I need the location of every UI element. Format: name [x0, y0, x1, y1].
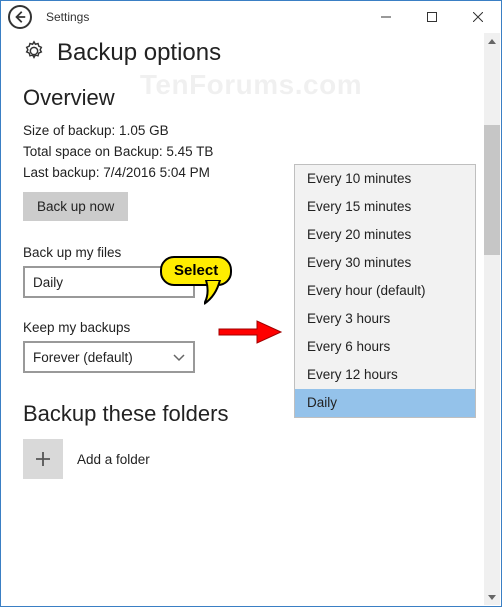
add-folder-tile[interactable]: [23, 439, 63, 479]
add-folder-row[interactable]: Add a folder: [23, 439, 479, 479]
dropdown-item[interactable]: Every 30 minutes: [295, 249, 475, 277]
dropdown-item[interactable]: Every 10 minutes: [295, 165, 475, 193]
titlebar: Settings: [1, 1, 501, 33]
annotation-arrow: [217, 319, 283, 350]
keep-backups-value: Forever (default): [33, 350, 133, 365]
maximize-icon: [427, 12, 437, 22]
window-title: Settings: [46, 10, 89, 24]
chevron-down-icon: [488, 595, 496, 600]
dropdown-item-selected[interactable]: Daily: [295, 389, 475, 417]
backup-now-button[interactable]: Back up now: [23, 192, 128, 221]
dropdown-item[interactable]: Every 15 minutes: [295, 193, 475, 221]
overview-heading: Overview: [23, 85, 479, 111]
dropdown-item[interactable]: Every 3 hours: [295, 305, 475, 333]
dropdown-item[interactable]: Every 20 minutes: [295, 221, 475, 249]
backup-space: Total space on Backup: 5.45 TB: [23, 144, 479, 159]
close-button[interactable]: [455, 1, 501, 33]
back-button[interactable]: [8, 5, 32, 29]
add-folder-label: Add a folder: [77, 452, 150, 467]
window-controls: [363, 1, 501, 33]
backup-files-value: Daily: [33, 275, 63, 290]
keep-backups-select[interactable]: Forever (default): [23, 341, 195, 373]
chevron-down-icon: [173, 350, 185, 365]
plus-icon: [35, 451, 51, 467]
scroll-down-button[interactable]: [484, 589, 500, 605]
backup-size: Size of backup: 1.05 GB: [23, 123, 479, 138]
maximize-button[interactable]: [409, 1, 455, 33]
arrow-left-icon: [13, 10, 27, 24]
page-title: Backup options: [57, 39, 221, 67]
close-icon: [473, 12, 483, 22]
dropdown-item[interactable]: Every 6 hours: [295, 333, 475, 361]
minimize-button[interactable]: [363, 1, 409, 33]
minimize-icon: [381, 12, 391, 22]
gear-icon: [23, 40, 45, 67]
dropdown-item[interactable]: Every 12 hours: [295, 361, 475, 389]
dropdown-item[interactable]: Every hour (default): [295, 277, 475, 305]
backup-frequency-dropdown[interactable]: Every 10 minutes Every 15 minutes Every …: [294, 164, 476, 418]
arrow-right-icon: [217, 319, 283, 345]
annotation-callout: Select: [160, 256, 232, 286]
page-header: Backup options: [23, 39, 479, 67]
